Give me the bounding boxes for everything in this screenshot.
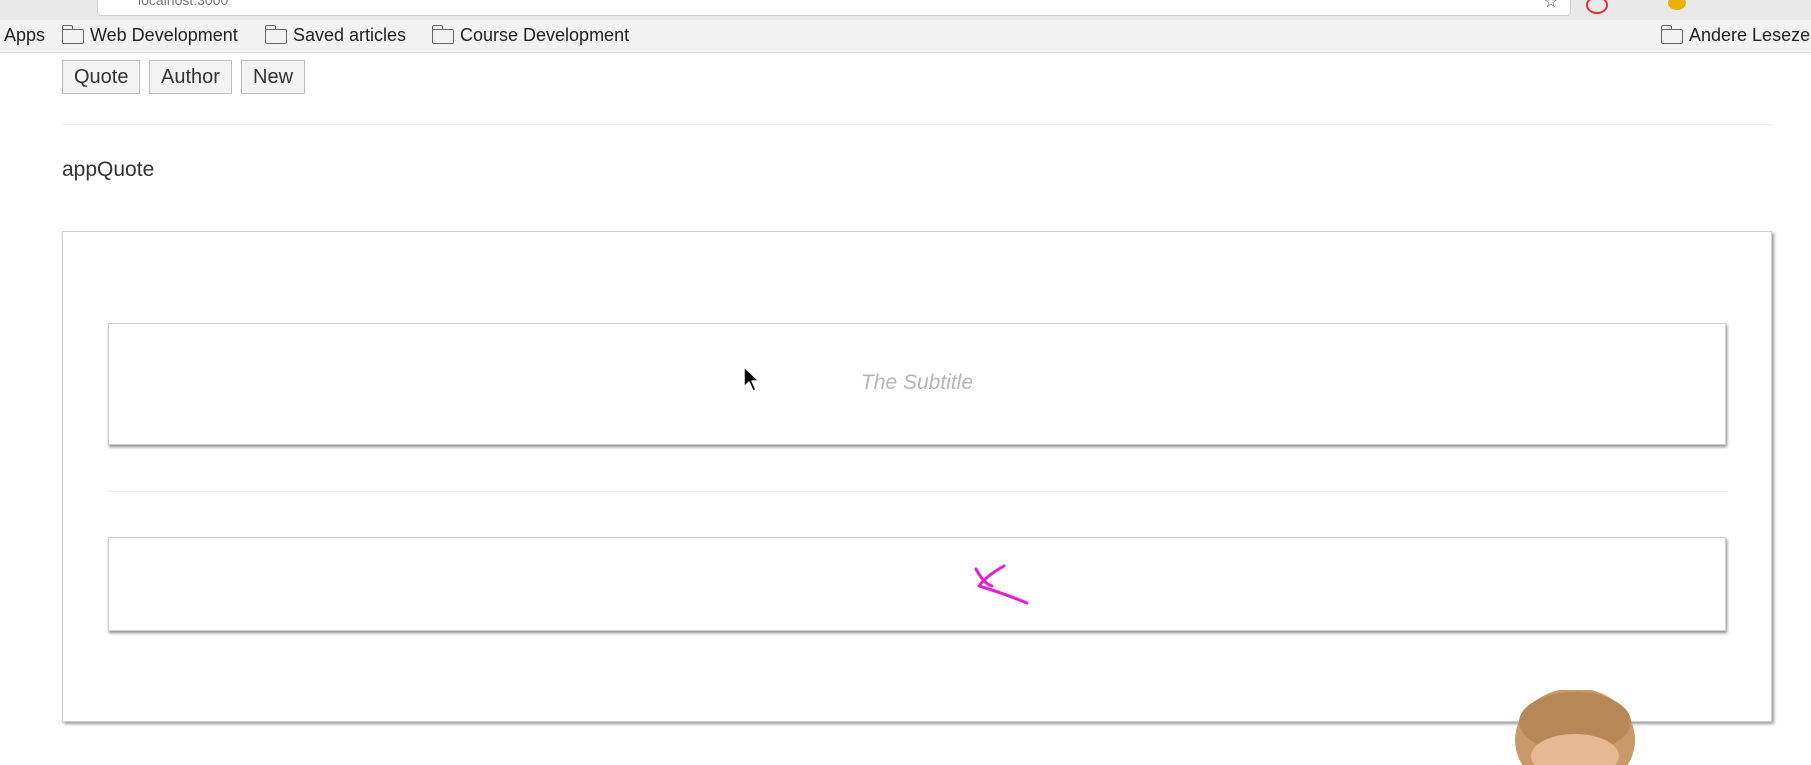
address-text: localhost:3000 (138, 0, 229, 8)
bookmark-label: Apps (4, 25, 46, 45)
divider (108, 491, 1726, 492)
author-button[interactable]: Author (149, 60, 232, 94)
bookmark-course-development[interactable]: Course Development (431, 25, 630, 46)
component-label: appQuote (62, 158, 155, 181)
mouse-cursor-icon (743, 366, 760, 392)
extension-icon[interactable] (1668, 0, 1686, 10)
bookmarks-bar: Apps Web Development Saved articles Cour… (0, 20, 1811, 53)
quote-card (62, 231, 1772, 722)
presenter-webcam (1515, 690, 1635, 765)
subtitle-placeholder: The Subtitle (860, 371, 974, 394)
subtitle-field[interactable]: The Subtitle (108, 323, 1726, 445)
bookmark-other[interactable]: Andere Leseze (1660, 25, 1811, 46)
bookmark-label: Andere Leseze (1689, 25, 1811, 45)
bookmark-saved-articles[interactable]: Saved articles (264, 25, 407, 46)
bookmark-apps[interactable]: Apps (4, 25, 45, 46)
address-bar[interactable]: localhost:3000 ☆ (97, 0, 1571, 16)
folder-icon (61, 25, 84, 44)
bookmark-label: Course Development (460, 25, 630, 45)
annotation-mark (974, 564, 1029, 605)
bookmark-star-icon[interactable]: ☆ (1544, 0, 1558, 12)
quote-button[interactable]: Quote (62, 60, 141, 94)
bookmark-web-development[interactable]: Web Development (61, 25, 238, 46)
browser-toolbar: localhost:3000 ☆ (0, 0, 1811, 20)
folder-icon (264, 25, 287, 44)
bookmark-label: Saved articles (293, 25, 407, 45)
bookmark-label: Web Development (90, 25, 238, 45)
extension-icon[interactable] (1586, 0, 1608, 14)
text-field[interactable] (108, 537, 1726, 631)
folder-icon (1660, 25, 1683, 44)
folder-icon (431, 25, 454, 44)
new-button[interactable]: New (241, 60, 306, 94)
divider (62, 124, 1772, 125)
